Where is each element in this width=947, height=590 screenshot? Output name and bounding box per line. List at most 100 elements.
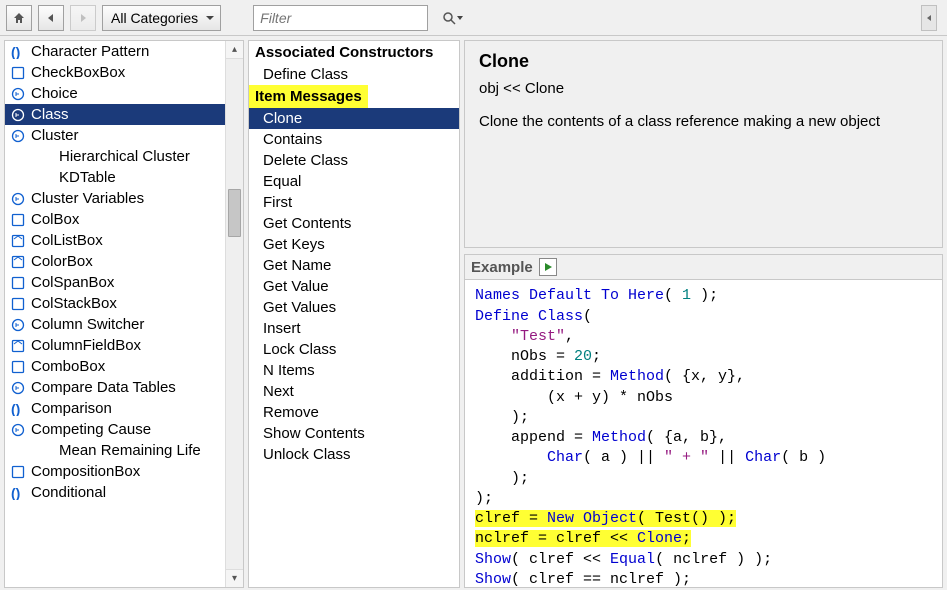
tree-item-label: Hierarchical Cluster bbox=[59, 148, 190, 165]
list-item[interactable]: N Items bbox=[249, 360, 459, 381]
svg-text:(): () bbox=[11, 402, 20, 416]
left-panel-wrap: () Character Pattern CheckBoxBox Choice Clas… bbox=[4, 40, 244, 588]
filter-dropdown[interactable] bbox=[456, 14, 464, 22]
chevron-down-icon bbox=[204, 12, 216, 24]
box-a-icon bbox=[11, 234, 25, 248]
tree-item-label: Column Switcher bbox=[31, 316, 144, 333]
tree-item-label: Comparison bbox=[31, 400, 112, 417]
list-item[interactable]: Insert bbox=[249, 318, 459, 339]
tree-item[interactable]: KDTable bbox=[5, 167, 225, 188]
list-item[interactable]: Get Keys bbox=[249, 234, 459, 255]
list-item[interactable]: Remove bbox=[249, 402, 459, 423]
category-combo[interactable]: All Categories bbox=[102, 5, 221, 31]
tree-item[interactable]: CheckBoxBox bbox=[5, 62, 225, 83]
detail-signature: obj << Clone bbox=[479, 80, 928, 97]
tree-item-label: CheckBoxBox bbox=[31, 64, 125, 81]
tree-item-label: ColSpanBox bbox=[31, 274, 114, 291]
tree-item-label: ColStackBox bbox=[31, 295, 117, 312]
example-code[interactable]: Names Default To Here( 1 );Define Class(… bbox=[465, 280, 942, 587]
tree-item[interactable]: ColListBox bbox=[5, 230, 225, 251]
box-icon bbox=[11, 465, 25, 479]
run-example-button[interactable] bbox=[539, 258, 557, 276]
circle-icon bbox=[11, 381, 25, 395]
paren-icon: () bbox=[11, 486, 25, 500]
tree-item[interactable]: ColStackBox bbox=[5, 293, 225, 314]
circle-icon bbox=[11, 108, 25, 122]
section-heading: Associated Constructors bbox=[249, 41, 459, 64]
tree-item[interactable]: ColSpanBox bbox=[5, 272, 225, 293]
tree-item[interactable]: ()Conditional bbox=[5, 482, 225, 503]
tree-item[interactable]: ColorBox bbox=[5, 251, 225, 272]
list-item[interactable]: Get Contents bbox=[249, 213, 459, 234]
tree-item-label: ColListBox bbox=[31, 232, 103, 249]
tree-item[interactable]: Cluster bbox=[5, 125, 225, 146]
search-icon[interactable] bbox=[442, 8, 456, 28]
box-icon bbox=[11, 360, 25, 374]
list-item[interactable]: Contains bbox=[249, 129, 459, 150]
svg-text:(): () bbox=[11, 486, 20, 500]
list-item[interactable]: First bbox=[249, 192, 459, 213]
tree-item-label: ColorBox bbox=[31, 253, 93, 270]
example-panel: Example Names Default To Here( 1 );Defin… bbox=[464, 254, 943, 588]
paren-icon: () bbox=[11, 402, 25, 416]
detail-column: Clone obj << Clone Clone the contents of… bbox=[464, 40, 943, 588]
tree-item-label: Mean Remaining Life bbox=[59, 442, 201, 459]
tree-item-label: Class bbox=[31, 106, 69, 123]
box-icon bbox=[11, 66, 25, 80]
tree-item[interactable]: ColBox bbox=[5, 209, 225, 230]
class-tree[interactable]: () Character Pattern CheckBoxBox Choice Clas… bbox=[5, 41, 225, 581]
list-item[interactable]: Define Class bbox=[249, 64, 459, 85]
tree-item[interactable]: Choice bbox=[5, 83, 225, 104]
tree-item[interactable]: Mean Remaining Life bbox=[5, 440, 225, 461]
example-header: Example bbox=[465, 255, 942, 280]
tree-item[interactable]: Cluster Variables bbox=[5, 188, 225, 209]
list-item[interactable]: Get Name bbox=[249, 255, 459, 276]
tree-item-label: ColBox bbox=[31, 211, 79, 228]
tree-item[interactable]: Compare Data Tables bbox=[5, 377, 225, 398]
scroll-down-arrow[interactable]: ▾ bbox=[226, 569, 243, 587]
tree-item-label: KDTable bbox=[59, 169, 116, 186]
circle-icon bbox=[11, 318, 25, 332]
tree-item[interactable]: () Character Pattern bbox=[5, 41, 225, 62]
circle-icon bbox=[11, 423, 25, 437]
list-item[interactable]: Equal bbox=[249, 171, 459, 192]
list-item[interactable]: Lock Class bbox=[249, 339, 459, 360]
filter-input[interactable] bbox=[260, 10, 442, 26]
scroll-thumb[interactable] bbox=[228, 189, 241, 237]
tree-item[interactable]: Class bbox=[5, 104, 225, 125]
paren-icon: () bbox=[11, 45, 25, 59]
tree-item[interactable]: ColumnFieldBox bbox=[5, 335, 225, 356]
box-a-icon bbox=[11, 339, 25, 353]
list-item[interactable]: Next bbox=[249, 381, 459, 402]
tree-item[interactable]: CompositionBox bbox=[5, 461, 225, 482]
messages-list[interactable]: Associated ConstructorsDefine ClassItem … bbox=[249, 41, 459, 581]
forward-button[interactable] bbox=[70, 5, 96, 31]
box-icon bbox=[11, 213, 25, 227]
list-item[interactable]: Unlock Class bbox=[249, 444, 459, 465]
tree-item-label: Compare Data Tables bbox=[31, 379, 176, 396]
tree-item[interactable]: ComboBox bbox=[5, 356, 225, 377]
mid-panel-wrap: Associated ConstructorsDefine ClassItem … bbox=[248, 40, 460, 588]
list-item[interactable]: Show Contents bbox=[249, 423, 459, 444]
tree-item-label: Character Pattern bbox=[31, 43, 149, 60]
tree-item[interactable]: Column Switcher bbox=[5, 314, 225, 335]
tree-item[interactable]: () Comparison bbox=[5, 398, 225, 419]
tree-item[interactable]: Competing Cause bbox=[5, 419, 225, 440]
tree-item-label: Competing Cause bbox=[31, 421, 151, 438]
scroll-up-arrow[interactable]: ▴ bbox=[226, 41, 243, 59]
list-item[interactable]: Clone bbox=[249, 108, 459, 129]
home-button[interactable] bbox=[6, 5, 32, 31]
back-button[interactable] bbox=[38, 5, 64, 31]
collapse-button[interactable] bbox=[921, 5, 937, 31]
left-scrollbar[interactable]: ▴ ▾ bbox=[225, 41, 243, 587]
tree-item-label: Cluster Variables bbox=[31, 190, 144, 207]
tree-item-label: CompositionBox bbox=[31, 463, 140, 480]
circle-icon bbox=[11, 192, 25, 206]
list-item[interactable]: Get Values bbox=[249, 297, 459, 318]
tree-item-label: ComboBox bbox=[31, 358, 105, 375]
toolbar: All Categories bbox=[0, 0, 947, 36]
tree-item[interactable]: Hierarchical Cluster bbox=[5, 146, 225, 167]
section-heading: Item Messages bbox=[249, 85, 368, 108]
list-item[interactable]: Get Value bbox=[249, 276, 459, 297]
list-item[interactable]: Delete Class bbox=[249, 150, 459, 171]
